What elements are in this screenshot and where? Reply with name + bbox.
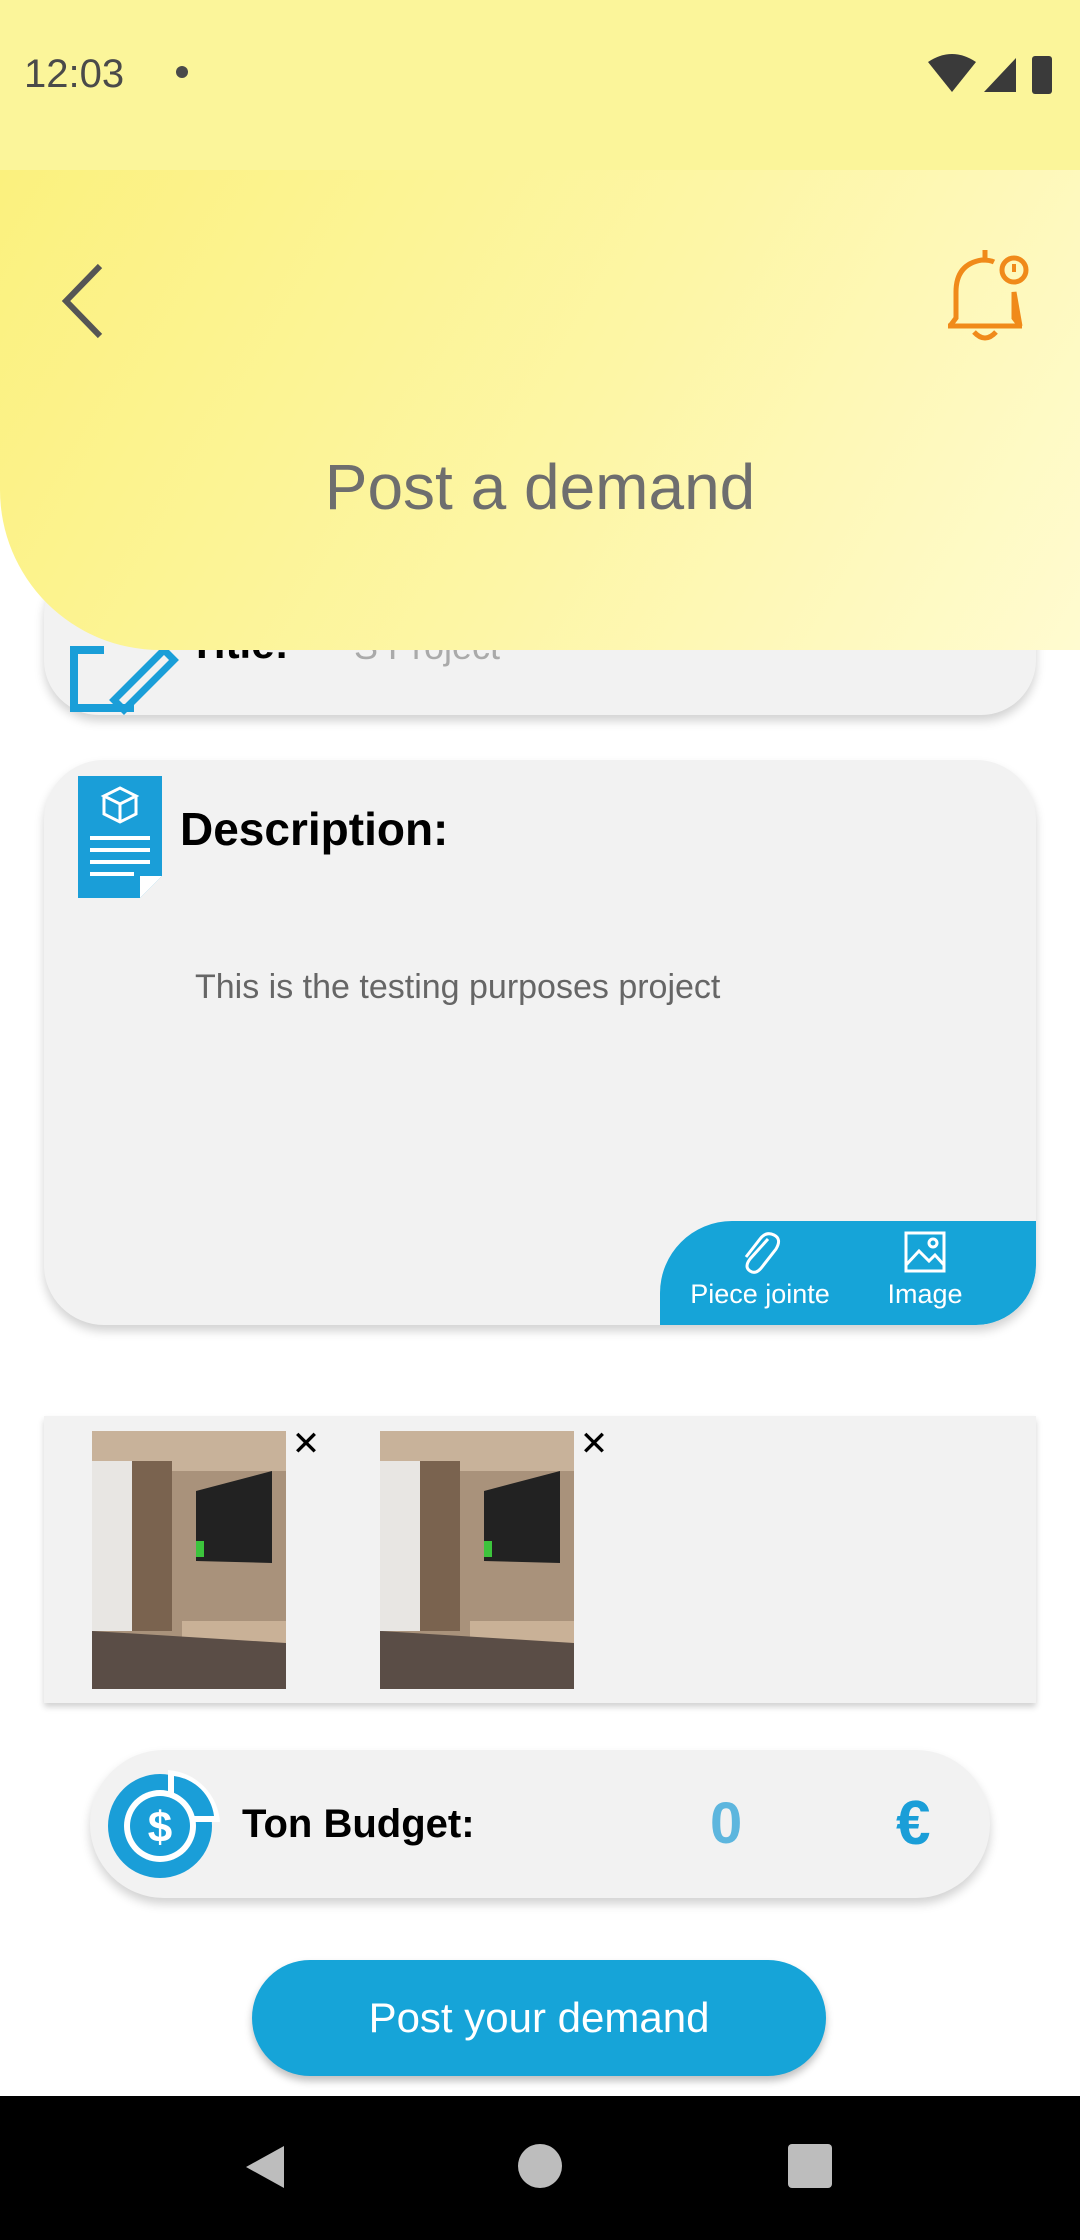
page-title: Post a demand [324, 451, 756, 523]
description-card[interactable]: Description: This is the testing purpose… [44, 760, 1036, 1325]
attached-image-thumbnail[interactable] [380, 1431, 574, 1689]
status-icons [928, 54, 1052, 94]
header: Post a demand [0, 170, 1080, 650]
status-bar: 12:03 [0, 0, 1080, 170]
signal-icon [984, 58, 1016, 92]
attached-image-thumbnail[interactable] [92, 1431, 286, 1689]
remove-image-button[interactable]: ✕ [576, 1426, 612, 1462]
attach-file-button[interactable]: Piece jointe [680, 1229, 840, 1325]
battery-icon [1032, 56, 1052, 94]
paperclip-icon [744, 1232, 781, 1274]
attachment-bar: Piece jointe Image [660, 1221, 1036, 1325]
back-arrow-icon[interactable] [50, 256, 130, 346]
budget-dollar-icon: $ [108, 1770, 220, 1878]
budget-card[interactable]: $ Ton Budget: 0 € [90, 1750, 990, 1898]
budget-input[interactable]: 0 [710, 1790, 742, 1857]
notification-dot-icon [176, 66, 188, 78]
image-icon [904, 1231, 946, 1273]
nav-home-icon[interactable] [518, 2144, 562, 2188]
system-navigation-bar [0, 2096, 1080, 2240]
svg-text:$: $ [148, 1803, 172, 1852]
budget-label: Ton Budget: [242, 1802, 475, 1846]
attached-images-panel: ✕ ✕ [44, 1416, 1036, 1703]
nav-back-icon[interactable] [240, 2142, 290, 2192]
document-box-icon [78, 776, 162, 898]
status-time: 12:03 [24, 52, 125, 96]
nav-recent-apps-icon[interactable] [788, 2144, 832, 2188]
remove-image-button[interactable]: ✕ [288, 1426, 324, 1462]
post-demand-button[interactable]: Post your demand [252, 1960, 826, 2076]
edit-icon [70, 645, 179, 715]
description-label: Description: [180, 803, 449, 855]
attach-file-label: Piece jointe [690, 1279, 830, 1309]
notification-bell-icon[interactable] [930, 240, 1040, 350]
attach-image-button[interactable]: Image [850, 1229, 1000, 1325]
currency-symbol: € [896, 1789, 931, 1858]
description-input[interactable]: This is the testing purposes project [195, 968, 720, 1007]
wifi-icon [928, 54, 976, 92]
attach-image-label: Image [887, 1279, 963, 1309]
